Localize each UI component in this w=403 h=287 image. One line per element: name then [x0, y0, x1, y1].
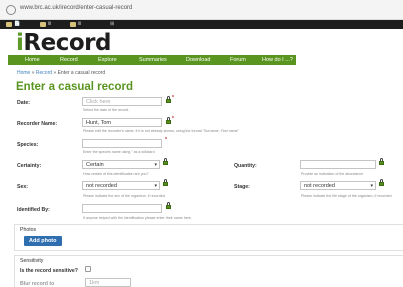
page-title: Enter a casual record: [16, 81, 133, 93]
globe-icon: [6, 5, 16, 15]
blur-label: Blur record to: [20, 281, 55, 287]
species-label: Species:: [17, 142, 39, 148]
lock-icon[interactable]: [166, 96, 171, 103]
species-help: Enter the species name using " as a wild…: [83, 150, 155, 154]
irecord-logo[interactable]: iRecord: [16, 30, 111, 56]
lock-icon[interactable]: [166, 117, 171, 124]
recorder-name-field[interactable]: Hunt, Tom: [82, 118, 162, 127]
recorder-help: Please edit the recorder's name, if it i…: [83, 129, 239, 133]
date-help: Select the date of the record.: [83, 108, 130, 112]
sensitive-question-label: Is the record sensitive?: [20, 268, 78, 274]
lock-icon[interactable]: [163, 158, 168, 165]
folder-icon[interactable]: [6, 22, 12, 27]
main-nav: Home Record Explore Summaries Download F…: [8, 55, 296, 65]
folder-icon[interactable]: [40, 22, 46, 27]
sensitive-checkbox[interactable]: [85, 266, 91, 272]
identified-by-label: Identified By:: [17, 207, 50, 213]
bookmarks-bar: 📄 Ⅲ Ⅲ ⊞: [0, 20, 403, 29]
date-label: Date:: [17, 100, 30, 106]
identified-by-field[interactable]: [82, 204, 162, 213]
photos-panel: [14, 224, 403, 251]
breadcrumb: Home » Record » Enter a casual record: [17, 70, 106, 76]
required-marker: *: [172, 95, 174, 101]
browser-address-bar[interactable]: www.brc.ac.uk/irecord/enter-casual-recor…: [0, 0, 403, 20]
lock-icon[interactable]: [163, 179, 168, 186]
lock-icon[interactable]: [379, 179, 384, 186]
nav-home[interactable]: Home: [25, 57, 40, 63]
photos-heading: Photos: [20, 227, 37, 233]
sensitivity-heading: Sensitivity: [20, 258, 44, 264]
quantity-field[interactable]: [300, 160, 376, 169]
stage-select[interactable]: not recorded: [300, 181, 376, 190]
nav-forum[interactable]: Forum: [230, 57, 246, 63]
bookmark-item[interactable]: Ⅲ: [78, 21, 81, 27]
folder-icon[interactable]: [70, 22, 76, 27]
add-photo-button[interactable]: Add photo: [24, 236, 62, 246]
stage-label: Stage:: [234, 184, 250, 190]
identified-by-help: If anyone helped with the identification…: [83, 216, 192, 220]
required-marker: *: [172, 116, 174, 122]
required-marker: *: [165, 137, 167, 143]
certainty-label: Certainty:: [17, 163, 42, 169]
certainty-select[interactable]: Certain: [82, 160, 160, 169]
bookmark-item[interactable]: Ⅲ: [48, 21, 51, 27]
bookmark-item[interactable]: ⊞: [110, 21, 114, 27]
nav-summaries[interactable]: Summaries: [139, 57, 167, 63]
blur-select[interactable]: 1km: [85, 278, 131, 287]
sex-select[interactable]: not recorded: [82, 181, 160, 190]
quantity-help: Provide an indication of the abundance: [301, 172, 364, 176]
sex-label: Sex:: [17, 184, 28, 190]
lock-icon[interactable]: [379, 158, 384, 165]
lock-icon[interactable]: [166, 202, 171, 209]
stage-help: Please indicate the life stage of the or…: [301, 194, 393, 198]
species-field[interactable]: [82, 139, 162, 148]
breadcrumb-record[interactable]: Record: [36, 70, 52, 76]
recorder-label: Recorder Name:: [17, 121, 58, 127]
date-field[interactable]: Click here: [82, 97, 162, 106]
sex-help: Please indicate the sex of the organism,…: [83, 194, 166, 198]
breadcrumb-home[interactable]: Home: [17, 70, 30, 76]
bookmark-item[interactable]: 📄: [14, 21, 20, 27]
nav-record[interactable]: Record: [60, 57, 78, 63]
nav-how-do-i[interactable]: How do I ...?: [262, 57, 293, 63]
breadcrumb-current: Enter a casual record: [57, 70, 106, 76]
nav-explore[interactable]: Explore: [98, 57, 117, 63]
certainty-help: How certain of this identification are y…: [83, 172, 149, 176]
nav-download[interactable]: Download: [186, 57, 210, 63]
quantity-label: Quantity:: [234, 163, 257, 169]
url-text[interactable]: www.brc.ac.uk/irecord/enter-casual-recor…: [20, 5, 132, 11]
